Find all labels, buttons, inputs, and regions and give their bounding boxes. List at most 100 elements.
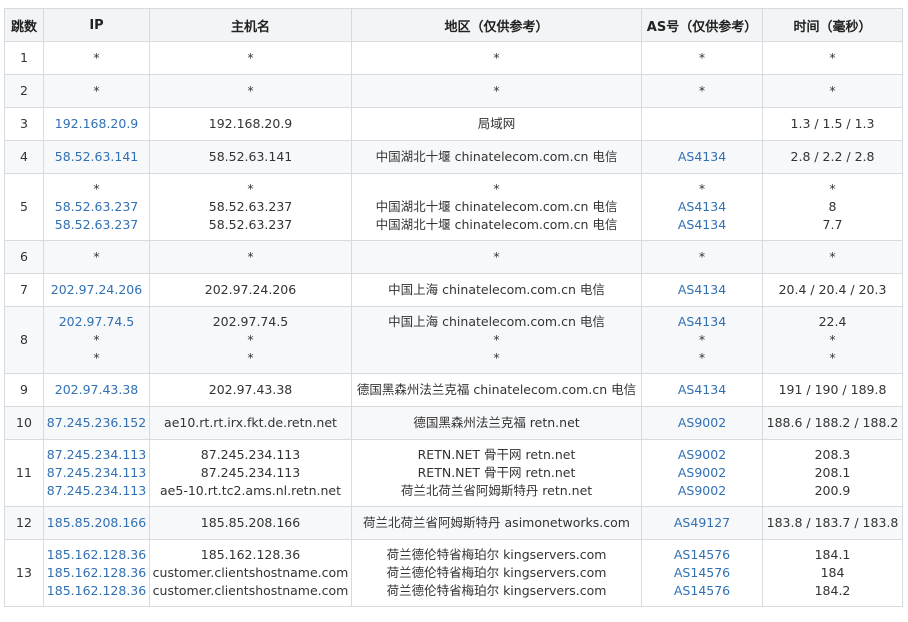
- latency-text: 7.7: [822, 217, 843, 232]
- ip-address-link[interactable]: 185.162.128.36: [46, 546, 147, 564]
- table-body: 1 * * * * * 2 * * * * * 3 192.168.20.9 192.168.20.9 局域网…: [4, 41, 903, 607]
- region-text: 荷兰德伦特省梅珀尔 kingservers.com: [386, 583, 607, 598]
- hostname-cell: 202.97.74.5 * *: [149, 306, 352, 374]
- as-number-link[interactable]: AS49127: [644, 514, 760, 532]
- latency-cell: 183.8 / 183.7 / 183.8: [762, 506, 903, 540]
- as-number-link[interactable]: AS4134: [644, 198, 760, 216]
- hop-number: 4: [4, 140, 44, 174]
- ip-address-link[interactable]: 58.52.63.141: [46, 148, 147, 166]
- region-text: *: [493, 181, 500, 196]
- region-cell: 中国湖北十堰 chinatelecom.com.cn 电信: [351, 140, 642, 174]
- latency-text: 184.1: [814, 547, 851, 562]
- hostname-text: *: [247, 83, 254, 98]
- latency-cell: 188.6 / 188.2 / 188.2: [762, 406, 903, 440]
- latency-text: 184.2: [814, 583, 851, 598]
- hostname-cell: 202.97.24.206: [149, 273, 352, 307]
- as-number-link[interactable]: AS14576: [644, 582, 760, 600]
- as-number-link[interactable]: AS4134: [644, 148, 760, 166]
- hostname-text: 58.52.63.237: [208, 199, 293, 214]
- hostname-text: 58.52.63.237: [208, 217, 293, 232]
- as-number-link[interactable]: AS9002: [644, 414, 760, 432]
- region-text: 荷兰北荷兰省阿姆斯特丹 asimonetworks.com: [363, 515, 630, 530]
- as-number-link[interactable]: AS4134: [644, 381, 760, 399]
- ip-address-link[interactable]: 87.245.236.152: [46, 414, 147, 432]
- table-row: 2 * * * * *: [4, 74, 903, 108]
- ip-address-cell: 185.162.128.36 185.162.128.36 185.162.128.…: [43, 539, 150, 607]
- as-number-link[interactable]: AS9002: [644, 446, 760, 464]
- latency-cell: *: [762, 74, 903, 108]
- region-text: RETN.NET 骨干网 retn.net: [417, 447, 576, 462]
- ip-address-link[interactable]: 185.162.128.36: [46, 564, 147, 582]
- latency-cell: * 8 7.7: [762, 173, 903, 241]
- region-text: *: [493, 332, 500, 347]
- as-number-cell: *: [641, 41, 763, 75]
- as-number-link[interactable]: AS9002: [644, 464, 760, 482]
- ip-address-text: *: [93, 249, 100, 264]
- table-row: 6 * * * * *: [4, 240, 903, 274]
- hostname-text: 87.245.234.113: [200, 447, 301, 462]
- table-row: 7 202.97.24.206 202.97.24.206 中国上海 chinatel…: [4, 273, 903, 307]
- ip-address-link[interactable]: 202.97.74.5: [46, 313, 147, 331]
- hostname-text: 202.97.24.206: [204, 282, 297, 297]
- region-text: 中国上海 chinatelecom.com.cn 电信: [388, 282, 605, 297]
- region-text: 局域网: [477, 116, 516, 131]
- as-number-text: *: [698, 332, 706, 347]
- as-number-link[interactable]: AS4134: [644, 281, 760, 299]
- hostname-text: customer.clientshostname.com: [152, 583, 349, 598]
- latency-text: 183.8 / 183.7 / 183.8: [766, 515, 899, 530]
- region-cell: 荷兰北荷兰省阿姆斯特丹 asimonetworks.com: [351, 506, 642, 540]
- ip-address-cell: *: [43, 74, 150, 108]
- ip-address-link[interactable]: 87.245.234.113: [46, 464, 147, 482]
- hostname-text: 185.85.208.166: [200, 515, 301, 530]
- ip-address-link[interactable]: 87.245.234.113: [46, 482, 147, 500]
- ip-address-link[interactable]: 202.97.24.206: [46, 281, 147, 299]
- table-row: 8 202.97.74.5 * * 202.97.74.5 * * 中国上海 chinatel…: [4, 306, 903, 374]
- ip-address-link[interactable]: 185.162.128.36: [46, 582, 147, 600]
- table-row: 13 185.162.128.36 185.162.128.36 185.162.12…: [4, 539, 903, 607]
- ip-address-link[interactable]: 87.245.234.113: [46, 446, 147, 464]
- hostname-text: *: [247, 50, 254, 65]
- region-cell: 局域网: [351, 107, 642, 141]
- as-number-link[interactable]: AS4134: [644, 216, 760, 234]
- as-number-link[interactable]: AS14576: [644, 564, 760, 582]
- region-text: RETN.NET 骨干网 retn.net: [417, 465, 576, 480]
- hop-number: 5: [4, 173, 44, 241]
- header-as: AS号（仅供参考）: [641, 8, 763, 42]
- latency-text: *: [829, 83, 836, 98]
- region-text: 中国湖北十堰 chinatelecom.com.cn 电信: [375, 217, 618, 232]
- as-number-link[interactable]: AS4134: [644, 313, 760, 331]
- ip-address-cell: *: [43, 240, 150, 274]
- hostname-text: 192.168.20.9: [208, 116, 293, 131]
- region-cell: *: [351, 41, 642, 75]
- hop-number: 9: [4, 373, 44, 407]
- as-number-link[interactable]: AS9002: [644, 482, 760, 500]
- latency-text: *: [829, 249, 836, 264]
- as-number-text: *: [698, 350, 706, 365]
- region-cell: 荷兰德伦特省梅珀尔 kingservers.com 荷兰德伦特省梅珀尔 kings…: [351, 539, 642, 607]
- as-number-link[interactable]: AS14576: [644, 546, 760, 564]
- hostname-text: ae10.rt.rt.irx.fkt.de.retn.net: [164, 415, 337, 430]
- hostname-cell: 185.162.128.36 customer.clientshostname.c…: [149, 539, 352, 607]
- ip-address-link[interactable]: 58.52.63.237: [46, 198, 147, 216]
- ip-address-cell: 58.52.63.141: [43, 140, 150, 174]
- region-text: 中国上海 chinatelecom.com.cn 电信: [388, 314, 605, 329]
- latency-text: 191 / 190 / 189.8: [778, 382, 887, 397]
- latency-cell: 208.3 208.1 200.9: [762, 439, 903, 507]
- hostname-text: ae5-10.rt.tc2.ams.nl.retn.net: [160, 483, 341, 498]
- as-number-text: *: [698, 83, 706, 98]
- as-number-cell: AS49127: [641, 506, 763, 540]
- latency-cell: 22.4 * *: [762, 306, 903, 374]
- ip-address-link[interactable]: 58.52.63.237: [46, 216, 147, 234]
- hostname-cell: * 58.52.63.237 58.52.63.237: [149, 173, 352, 241]
- latency-cell: 191 / 190 / 189.8: [762, 373, 903, 407]
- region-cell: 德国黑森州法兰克福 retn.net: [351, 406, 642, 440]
- region-text: 荷兰德伦特省梅珀尔 kingservers.com: [386, 547, 607, 562]
- ip-address-link[interactable]: 202.97.43.38: [46, 381, 147, 399]
- ip-address-link[interactable]: 185.85.208.166: [46, 514, 147, 532]
- table-row: 4 58.52.63.141 58.52.63.141 中国湖北十堰 chinatel…: [4, 140, 903, 174]
- table-row: 1 * * * * *: [4, 41, 903, 75]
- as-number-cell: AS14576 AS14576 AS14576: [641, 539, 763, 607]
- ip-address-link[interactable]: 192.168.20.9: [46, 115, 147, 133]
- hostname-cell: 202.97.43.38: [149, 373, 352, 407]
- traceroute-table: 跳数 IP 主机名 地区（仅供参考） AS号（仅供参考） 时间（毫秒） 1 * * *…: [4, 8, 903, 607]
